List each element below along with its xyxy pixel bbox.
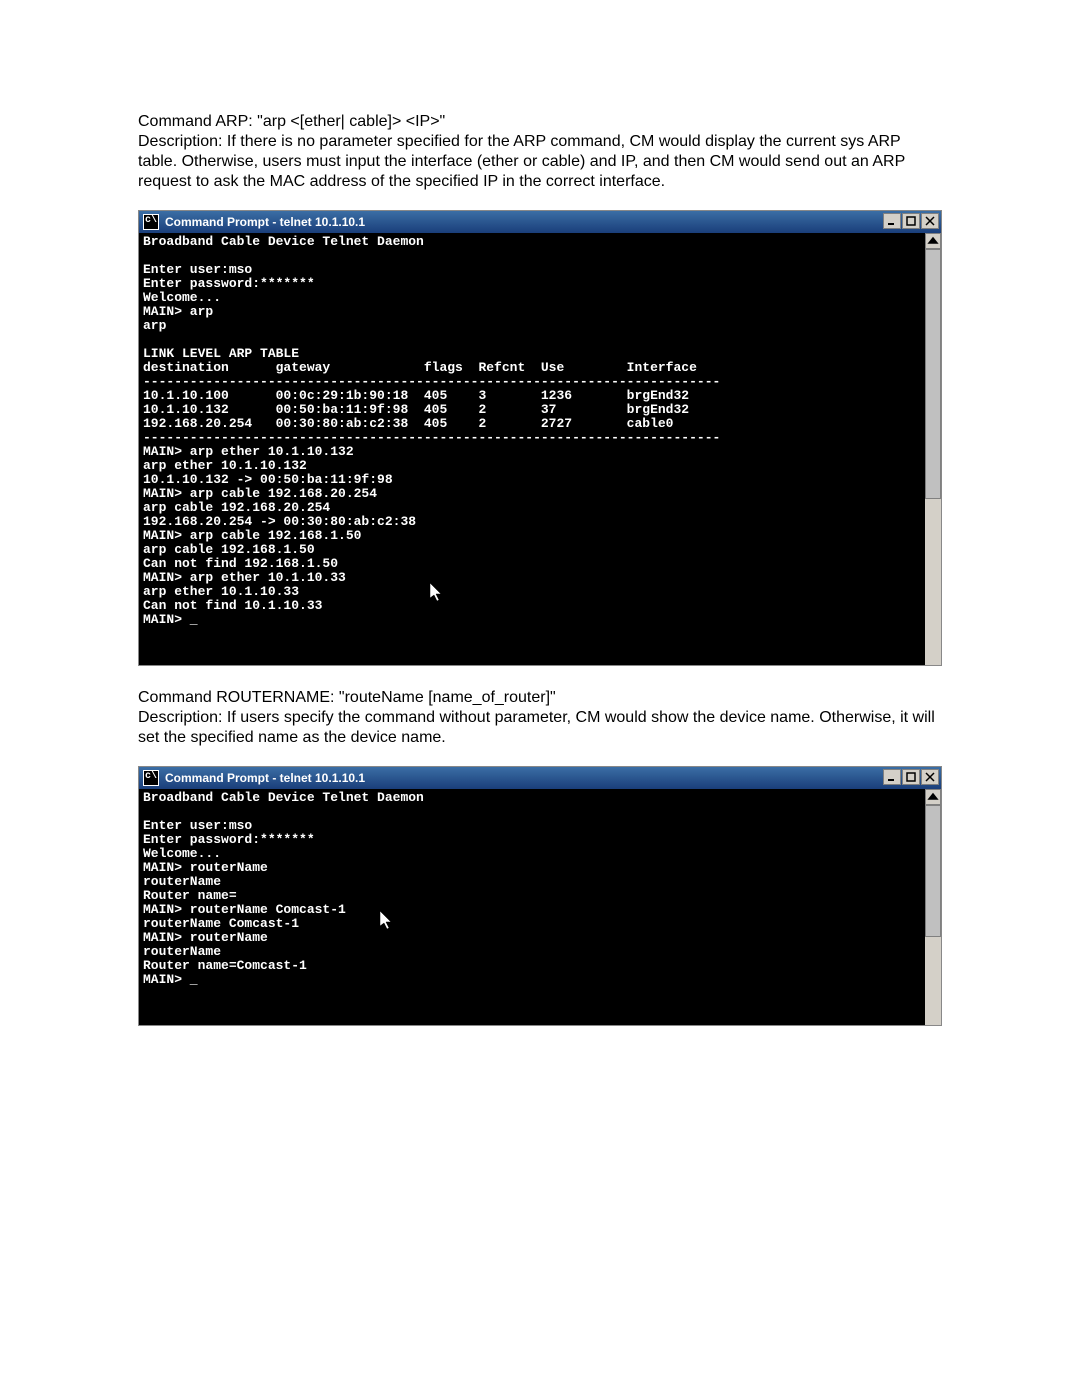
terminal-body-wrap: Broadband Cable Device Telnet Daemon Ent… — [139, 233, 941, 665]
mouse-cursor-icon — [379, 911, 393, 931]
document-page: Command ARP: "arp <[ether| cable]> <IP>"… — [0, 0, 1080, 1088]
minimize-button[interactable] — [883, 769, 901, 785]
routername-command-description: Description: If users specify the comman… — [138, 708, 942, 748]
arp-command-title: Command ARP: "arp <[ether| cable]> <IP>" — [138, 112, 942, 132]
maximize-button[interactable] — [902, 769, 920, 785]
window-title: Command Prompt - telnet 10.1.10.1 — [165, 215, 365, 230]
terminal-window-arp: c\ Command Prompt - telnet 10.1.10.1 Bro… — [138, 210, 942, 666]
window-buttons — [882, 769, 939, 785]
window-title: Command Prompt - telnet 10.1.10.1 — [165, 771, 365, 786]
window-titlebar: c\ Command Prompt - telnet 10.1.10.1 — [139, 767, 941, 789]
scroll-thumb[interactable] — [925, 249, 941, 499]
section-routername-description: Command ROUTERNAME: "routeName [name_of_… — [138, 688, 942, 748]
arp-command-description: Description: If there is no parameter sp… — [138, 132, 942, 192]
scroll-track[interactable] — [925, 805, 941, 1025]
terminal-body-wrap: Broadband Cable Device Telnet Daemon Ent… — [139, 789, 941, 1025]
scroll-track[interactable] — [925, 249, 941, 665]
window-buttons — [882, 213, 939, 229]
close-button[interactable] — [921, 213, 939, 229]
minimize-button[interactable] — [883, 213, 901, 229]
scroll-thumb[interactable] — [925, 805, 941, 937]
section-arp-description: Command ARP: "arp <[ether| cable]> <IP>"… — [138, 112, 942, 192]
vertical-scrollbar[interactable] — [925, 233, 941, 665]
mouse-cursor-icon — [429, 583, 443, 603]
routername-command-title: Command ROUTERNAME: "routeName [name_of_… — [138, 688, 942, 708]
scroll-up-icon[interactable] — [925, 233, 941, 249]
scroll-up-icon[interactable] — [925, 789, 941, 805]
cmd-icon: c\ — [143, 770, 159, 786]
window-titlebar: c\ Command Prompt - telnet 10.1.10.1 — [139, 211, 941, 233]
terminal-output-routername[interactable]: Broadband Cable Device Telnet Daemon Ent… — [139, 789, 925, 1025]
cmd-icon: c\ — [143, 214, 159, 230]
terminal-window-routername: c\ Command Prompt - telnet 10.1.10.1 Bro… — [138, 766, 942, 1026]
maximize-button[interactable] — [902, 213, 920, 229]
terminal-output-arp[interactable]: Broadband Cable Device Telnet Daemon Ent… — [139, 233, 925, 665]
close-button[interactable] — [921, 769, 939, 785]
vertical-scrollbar[interactable] — [925, 789, 941, 1025]
